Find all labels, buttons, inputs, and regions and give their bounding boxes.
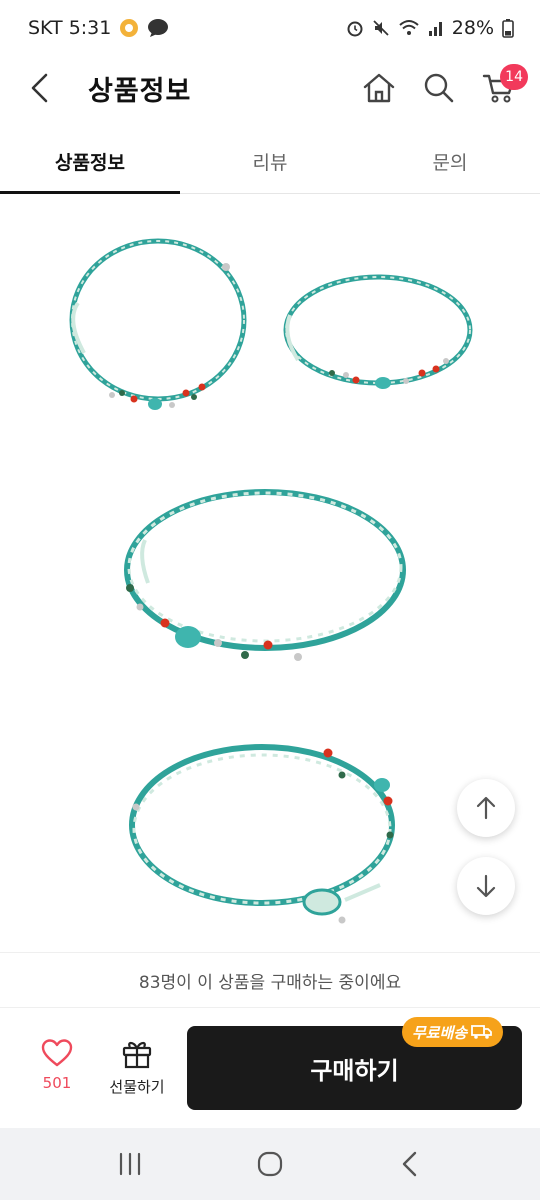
header-actions: 14 xyxy=(356,60,528,116)
bracelet-photo-4 xyxy=(129,744,395,924)
product-image xyxy=(69,238,473,924)
back-icon xyxy=(402,1151,417,1177)
back-nav-button[interactable] xyxy=(380,1134,440,1194)
arrow-down-icon xyxy=(476,874,496,898)
app-notification-icon xyxy=(119,18,139,38)
page-title: 상품정보 xyxy=(88,75,192,107)
cart-button[interactable]: 14 xyxy=(476,60,528,116)
tab-reviews[interactable]: 리뷰 xyxy=(180,130,360,193)
home-nav-button[interactable] xyxy=(240,1134,300,1194)
recent-apps-button[interactable] xyxy=(100,1134,160,1194)
arrow-up-icon xyxy=(476,796,496,820)
purchase-activity-notice: 83명이 이 상품을 구매하는 중이에요 xyxy=(0,952,540,1008)
status-right: 28% xyxy=(346,17,514,39)
system-nav-bar xyxy=(0,1128,540,1200)
product-detail-content[interactable] xyxy=(0,195,540,952)
battery-icon xyxy=(502,18,514,38)
free-shipping-badge: 무료배송 xyxy=(402,1017,504,1047)
status-bar: SKT 5:31 28% xyxy=(0,0,540,56)
wifi-icon xyxy=(398,19,420,37)
home-circle-icon xyxy=(257,1151,283,1177)
battery-percent: 28% xyxy=(451,17,494,39)
gift-button[interactable]: 선물하기 xyxy=(102,1038,172,1097)
back-button[interactable] xyxy=(12,60,68,116)
purchase-bar: 501 선물하기 구매하기 무료배송 xyxy=(0,1008,540,1128)
like-button[interactable]: 501 xyxy=(24,1038,90,1092)
buy-label: 구매하기 xyxy=(310,1056,399,1085)
gift-label: 선물하기 xyxy=(109,1078,165,1096)
scroll-down-button[interactable] xyxy=(457,857,515,915)
recent-apps-icon xyxy=(119,1152,141,1176)
back-arrow-icon xyxy=(31,73,48,103)
free-shipping-label: 무료배송 xyxy=(412,1023,468,1042)
scroll-up-button[interactable] xyxy=(457,779,515,837)
cart-count-badge: 14 xyxy=(500,64,528,90)
home-button[interactable] xyxy=(356,60,402,116)
truck-icon xyxy=(471,1025,493,1039)
tab-bar: 상품정보 리뷰 문의 xyxy=(0,130,540,194)
alarm-icon xyxy=(346,19,364,37)
bracelet-photo-3 xyxy=(124,489,406,661)
carrier-time: SKT 5:31 xyxy=(28,17,112,39)
heart-icon xyxy=(41,1039,73,1067)
like-count: 501 xyxy=(42,1074,72,1092)
bracelet-photo-1 xyxy=(69,238,247,410)
bracelet-photo-2 xyxy=(283,274,473,389)
home-icon xyxy=(363,73,395,103)
chat-bubble-icon xyxy=(147,18,169,38)
search-icon xyxy=(424,73,454,103)
search-button[interactable] xyxy=(416,60,462,116)
mute-icon xyxy=(372,19,390,37)
signal-icon xyxy=(428,20,444,36)
tab-product-info[interactable]: 상품정보 xyxy=(0,130,180,194)
app-header: 상품정보 14 xyxy=(0,56,540,120)
status-left: SKT 5:31 xyxy=(28,17,169,39)
tab-inquiry[interactable]: 문의 xyxy=(360,130,540,193)
gift-icon xyxy=(122,1041,152,1069)
